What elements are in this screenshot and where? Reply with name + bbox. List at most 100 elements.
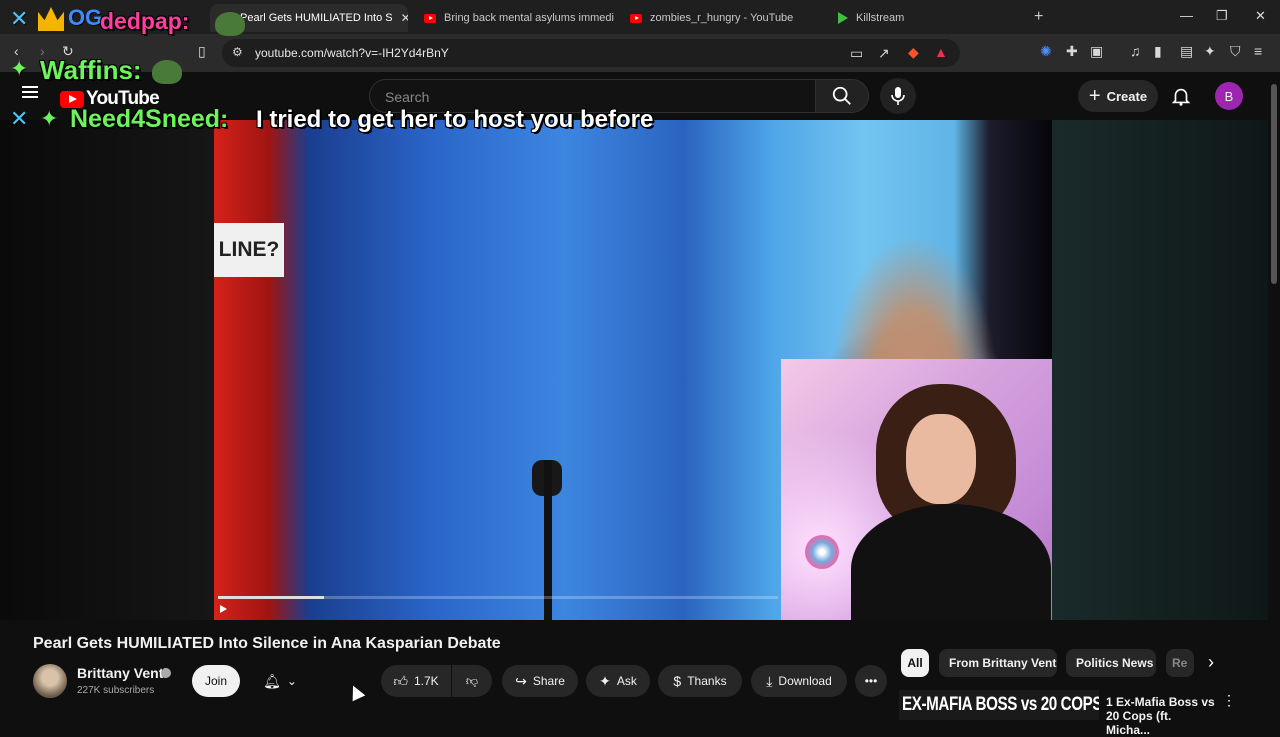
chip-politics-news[interactable]: Politics News [1066,649,1156,677]
chat-username-1: dedpap: [100,8,190,34]
ask-button[interactable]: ✦ Ask [586,665,650,697]
new-tab-button[interactable]: + [1034,8,1043,26]
tab-mental-asylums[interactable]: Bring back mental asylums immediat [414,4,614,32]
notifications-bell-icon[interactable] [1170,85,1192,107]
site-info-icon[interactable]: ⚙ [232,45,243,59]
voice-search-button[interactable] [880,78,916,114]
thanks-button[interactable]: $ Thanks [658,665,742,697]
chip-all[interactable]: All [901,649,929,677]
video-backdrop-right [1052,120,1268,620]
scrollbar-thumb[interactable] [1271,84,1277,284]
mouse-cursor-icon [346,682,366,702]
leo-ai-icon[interactable]: ✦ [1204,43,1216,60]
minimize-button[interactable]: — [1180,8,1193,23]
tab-close-icon[interactable]: ✕ [401,11,408,25]
share-icon: ↪ [515,672,527,689]
page-scrollbar[interactable] [1268,72,1280,720]
search-button[interactable] [815,79,869,113]
tab-zombies[interactable]: zombies_r_hungry - YouTube [620,4,820,32]
bookmark-icon[interactable]: ▯ [198,43,206,60]
microphone-icon [891,87,905,105]
hamburger-menu-icon[interactable] [22,86,38,88]
chat-username-3: Need4Sneed: [70,105,229,133]
chip-partial[interactable]: Re [1166,649,1194,677]
verified-icon [161,668,171,678]
chat-username-2: Waffins: [40,55,142,85]
sword-badge-icon: ✕ [10,106,29,131]
vpn-icon[interactable]: ⛉ [1230,43,1241,60]
screenshot-icon[interactable]: ▣ [1090,43,1103,60]
play-icon[interactable] [220,605,227,613]
plus-icon: + [1088,84,1101,107]
chat-message: I tried to get her to host you before [256,106,654,133]
more-actions-button[interactable]: ••• [855,665,887,697]
join-button[interactable]: Join [192,665,240,697]
video-backdrop-left [0,120,214,620]
frog-emote-icon [215,12,245,36]
like-button[interactable]: 👍︎ 1.7K [381,665,451,697]
thanks-label: Thanks [687,674,727,688]
sword-badge-icon: ✕ [10,6,29,31]
recommended-thumbnail[interactable]: EX-MAFIA BOSS vs 20 COPS [899,690,1099,720]
youtube-favicon-icon [630,13,642,23]
recommended-title[interactable]: 1 Ex-Mafia Boss vs 20 Cops (ft. Micha... [1106,695,1216,737]
frog-emote-icon [152,60,182,84]
more-icon: ••• [864,674,878,688]
share-page-icon[interactable]: ↗ [878,45,890,62]
brave-rewards-icon[interactable]: ▲ [934,44,948,60]
on-screen-sign: LINE? [214,223,284,277]
bell-icon: 🔔︎ [263,672,281,689]
download-icon: ⤓ [766,672,773,689]
like-count: 1.7K [413,674,439,688]
sparkle-badge-icon: ✦ [40,106,59,131]
dislike-button[interactable]: 👎︎ [452,665,492,697]
disco-ball-lamp [805,535,839,569]
sidebar-icon[interactable]: ▮ [1154,43,1162,60]
tab-killstream[interactable]: Killstream [826,4,1026,32]
video-title: Pearl Gets HUMILIATED Into Silence in An… [33,635,501,652]
video-progress-bar[interactable] [218,596,778,599]
puzzle-icon[interactable]: ✚ [1066,43,1078,60]
thumbs-down-icon: 👎︎ [465,673,479,688]
recommended-menu-icon[interactable]: ⋮ [1222,692,1236,709]
subscription-bell-button[interactable]: 🔔︎ ⌄ [250,665,310,697]
channel-avatar[interactable] [33,664,67,698]
webcam-person-body [851,504,1051,620]
chevron-down-icon: ⌄ [286,674,297,688]
url-text: youtube.com/watch?v=-IH2Yd4rBnY [255,46,449,60]
download-button[interactable]: ⤓ Download [751,665,847,697]
restore-button[interactable]: ❐ [1216,8,1228,24]
close-window-button[interactable]: ✕ [1255,8,1266,24]
sparkle-icon: ✦ [599,672,611,689]
killstream-favicon-icon [836,12,848,24]
streamer-webcam [781,359,1052,620]
address-bar[interactable]: ⚙ youtube.com/watch?v=-IH2Yd4rBnY ▭ ↗ ◆ … [222,39,960,67]
create-button[interactable]: + Create [1078,80,1158,112]
chip-from-channel[interactable]: From Brittany Venti [939,649,1057,677]
tab-label: Bring back mental asylums immediat [444,12,614,24]
channel-name[interactable]: Brittany Venti [77,665,167,681]
tab-label: zombies_r_hungry - YouTube [650,12,794,24]
browser-tab-strip: Pearl Gets HUMILIATED Into S ✕ Bring bac… [0,0,1280,34]
menu-icon[interactable]: ≡ [1254,43,1262,59]
create-label: Create [1106,88,1148,104]
wallet-icon[interactable]: ▤ [1180,43,1193,60]
og-badge-icon: OG [68,5,103,30]
extension-icon[interactable]: ✺ [1040,43,1052,60]
tab-label: Killstream [856,12,905,24]
sparkle-badge-icon: ✦ [10,56,29,81]
download-label: Download [778,674,832,688]
brave-shield-icon[interactable]: ◆ [908,44,919,61]
media-icon[interactable]: ♫ [1130,43,1141,59]
search-input[interactable] [383,88,787,106]
cast-icon[interactable]: ▭ [850,45,863,62]
youtube-favicon-icon [424,13,436,23]
thumbnail-text: EX-MAFIA BOSS vs 20 COPS [902,694,1099,715]
subscriber-count: 227K subscribers [77,685,155,696]
chevron-right-icon[interactable]: › [1208,652,1214,673]
ask-label: Ask [616,674,637,688]
thanks-icon: $ [673,673,682,689]
share-button[interactable]: ↪ Share [502,665,578,697]
account-avatar[interactable]: B [1215,82,1243,110]
search-icon [832,86,851,105]
